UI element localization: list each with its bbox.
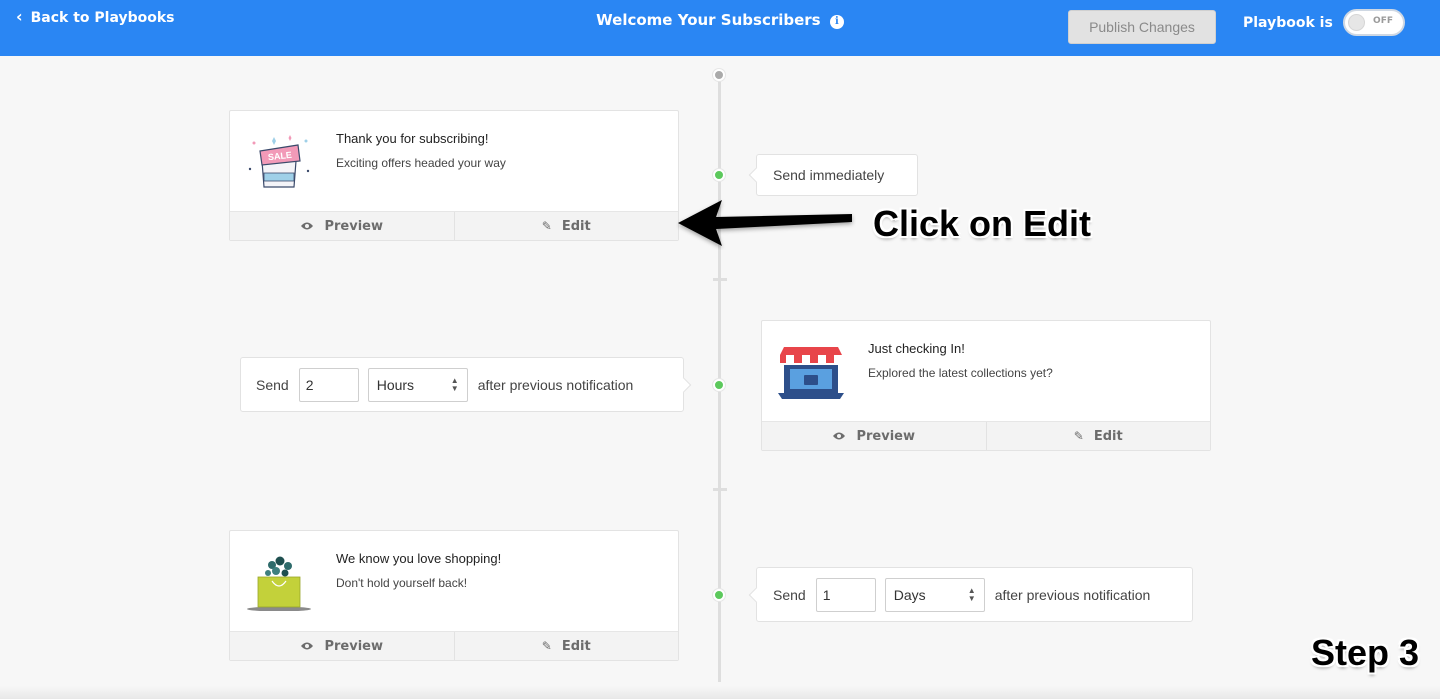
preview-button[interactable]: Preview bbox=[230, 212, 454, 240]
timeline-separator bbox=[713, 278, 727, 281]
select-arrows-icon: ▲ ▼ bbox=[967, 585, 976, 603]
card-actions: Preview ✎ Edit bbox=[230, 631, 678, 660]
notification-subtitle: Don't hold yourself back! bbox=[336, 576, 468, 590]
playbook-toggle[interactable]: OFF bbox=[1343, 9, 1405, 36]
timeline-step-dot bbox=[713, 379, 725, 391]
edit-button[interactable]: ✎ Edit bbox=[453, 212, 679, 240]
delay-value-input[interactable]: 1 bbox=[815, 577, 876, 612]
page-title: Welcome Your Subscribers i bbox=[0, 11, 1440, 29]
delay-unit-value: Days bbox=[893, 586, 926, 603]
delay-suffix: after previous notification bbox=[477, 376, 634, 393]
notification-subtitle: Explored the latest collections yet? bbox=[868, 366, 1053, 380]
notification-subtitle: Exciting offers headed your way bbox=[336, 156, 506, 170]
preview-label: Preview bbox=[856, 428, 915, 444]
eye-icon bbox=[301, 222, 314, 230]
callout-arrow-icon bbox=[678, 200, 852, 246]
delay-bubble: Send 1 Days ▲ ▼ after previous notificati… bbox=[756, 567, 1193, 622]
delay-suffix: after previous notification bbox=[994, 586, 1151, 603]
delay-bubble: Send 2 Hours ▲ ▼ after previous notificat… bbox=[240, 357, 684, 412]
sale-box-icon: SALE bbox=[248, 135, 310, 188]
send-immediately-text: Send immediately bbox=[773, 167, 885, 183]
timeline-step-dot bbox=[713, 589, 725, 601]
timeline-start-dot bbox=[713, 69, 725, 81]
card-actions: Preview ✎ Edit bbox=[762, 421, 1210, 450]
delay-unit-select[interactable]: Days ▲ ▼ bbox=[884, 577, 985, 612]
delay-bubble: Send immediately bbox=[756, 154, 918, 196]
eye-icon bbox=[833, 432, 846, 440]
pencil-icon: ✎ bbox=[541, 219, 552, 233]
top-bar: ‹ Back to Playbooks Welcome Your Subscri… bbox=[0, 0, 1440, 56]
send-label: Send bbox=[773, 586, 806, 603]
timeline-separator bbox=[713, 488, 727, 491]
card-actions: Preview ✎ Edit bbox=[230, 211, 678, 240]
edit-button[interactable]: ✎ Edit bbox=[453, 632, 679, 660]
notification-card: SALE Thank you for subscribing! Exciting… bbox=[229, 110, 679, 241]
delay-unit-value: Hours bbox=[376, 376, 415, 393]
toggle-state-label: OFF bbox=[1373, 16, 1393, 26]
step-label: Step 3 bbox=[1311, 632, 1420, 673]
edit-label: Edit bbox=[561, 638, 591, 654]
pencil-icon: ✎ bbox=[541, 639, 552, 653]
delay-value-input[interactable]: 2 bbox=[298, 367, 359, 402]
preview-button[interactable]: Preview bbox=[762, 422, 986, 450]
edit-label: Edit bbox=[1093, 428, 1123, 444]
publish-changes-button[interactable]: Publish Changes bbox=[1068, 10, 1216, 44]
shopping-bag-icon bbox=[247, 556, 311, 611]
edit-button[interactable]: ✎ Edit bbox=[985, 422, 1211, 450]
preview-label: Preview bbox=[324, 218, 383, 234]
timeline-step-dot bbox=[713, 169, 725, 181]
eye-icon bbox=[301, 642, 314, 650]
edit-label: Edit bbox=[561, 218, 591, 234]
notification-card: We know you love shopping! Don't hold yo… bbox=[229, 530, 679, 661]
pencil-icon: ✎ bbox=[1073, 429, 1084, 443]
delay-unit-select[interactable]: Hours ▲ ▼ bbox=[367, 367, 468, 402]
send-label: Send bbox=[256, 376, 289, 393]
callout-text: Click on Edit bbox=[873, 203, 1092, 244]
page-title-text: Welcome Your Subscribers bbox=[596, 11, 821, 29]
notification-title: Just checking In! bbox=[868, 341, 965, 356]
info-icon[interactable]: i bbox=[829, 15, 844, 29]
online-store-icon bbox=[778, 347, 844, 399]
bottom-edge bbox=[0, 686, 1440, 699]
preview-button[interactable]: Preview bbox=[230, 632, 454, 660]
select-arrows-icon: ▲ ▼ bbox=[450, 375, 459, 393]
notification-title: We know you love shopping! bbox=[336, 551, 502, 566]
notification-title: Thank you for subscribing! bbox=[336, 131, 489, 146]
playbook-status-label: Playbook is bbox=[1243, 15, 1333, 31]
notification-card: Just checking In! Explored the latest co… bbox=[761, 320, 1211, 451]
preview-label: Preview bbox=[324, 638, 383, 654]
toggle-knob bbox=[1348, 14, 1365, 31]
